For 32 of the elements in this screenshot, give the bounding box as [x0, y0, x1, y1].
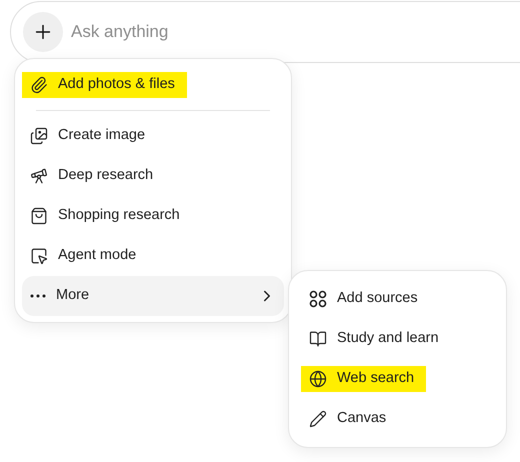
book-icon: [309, 330, 327, 348]
menu-label: Deep research: [58, 166, 154, 186]
menu-label: Study and learn: [337, 329, 439, 348]
image-icon: [30, 127, 48, 145]
paperclip-icon: [30, 76, 48, 94]
menu-label: Shopping research: [58, 206, 180, 226]
menu-label: More: [56, 286, 90, 306]
add-button[interactable]: [23, 12, 63, 52]
menu-item[interactable]: Add sources: [301, 279, 494, 319]
menu-label: Add sources: [337, 289, 418, 308]
ellipsis-icon: [30, 294, 46, 298]
pointer-icon: [30, 247, 48, 265]
menu-label: Web search: [337, 369, 414, 388]
shopping-bag-icon: [30, 207, 48, 225]
globe-icon: [309, 370, 327, 388]
menu-item[interactable]: Agent mode: [22, 236, 284, 276]
menu-item[interactable]: Canvas: [301, 399, 494, 439]
menu-label: Create image: [58, 126, 146, 146]
pencil-icon: [309, 410, 327, 428]
menu-item[interactable]: Deep research: [22, 156, 284, 196]
menu-item[interactable]: Web search: [301, 359, 494, 399]
prompt-input[interactable]: Ask anything: [71, 19, 371, 45]
menu-item[interactable]: Create image: [22, 116, 284, 156]
menu-item[interactable]: Add photos & files: [22, 65, 284, 105]
menu-label: Add photos & files: [58, 75, 175, 94]
menu-item[interactable]: Study and learn: [301, 319, 494, 359]
menu-item[interactable]: More: [22, 276, 284, 316]
circles-icon: [309, 290, 327, 308]
menu-label: Agent mode: [58, 246, 136, 266]
telescope-icon: [30, 167, 48, 185]
menu-item[interactable]: Shopping research: [22, 196, 284, 236]
menu-label: Canvas: [337, 409, 386, 428]
